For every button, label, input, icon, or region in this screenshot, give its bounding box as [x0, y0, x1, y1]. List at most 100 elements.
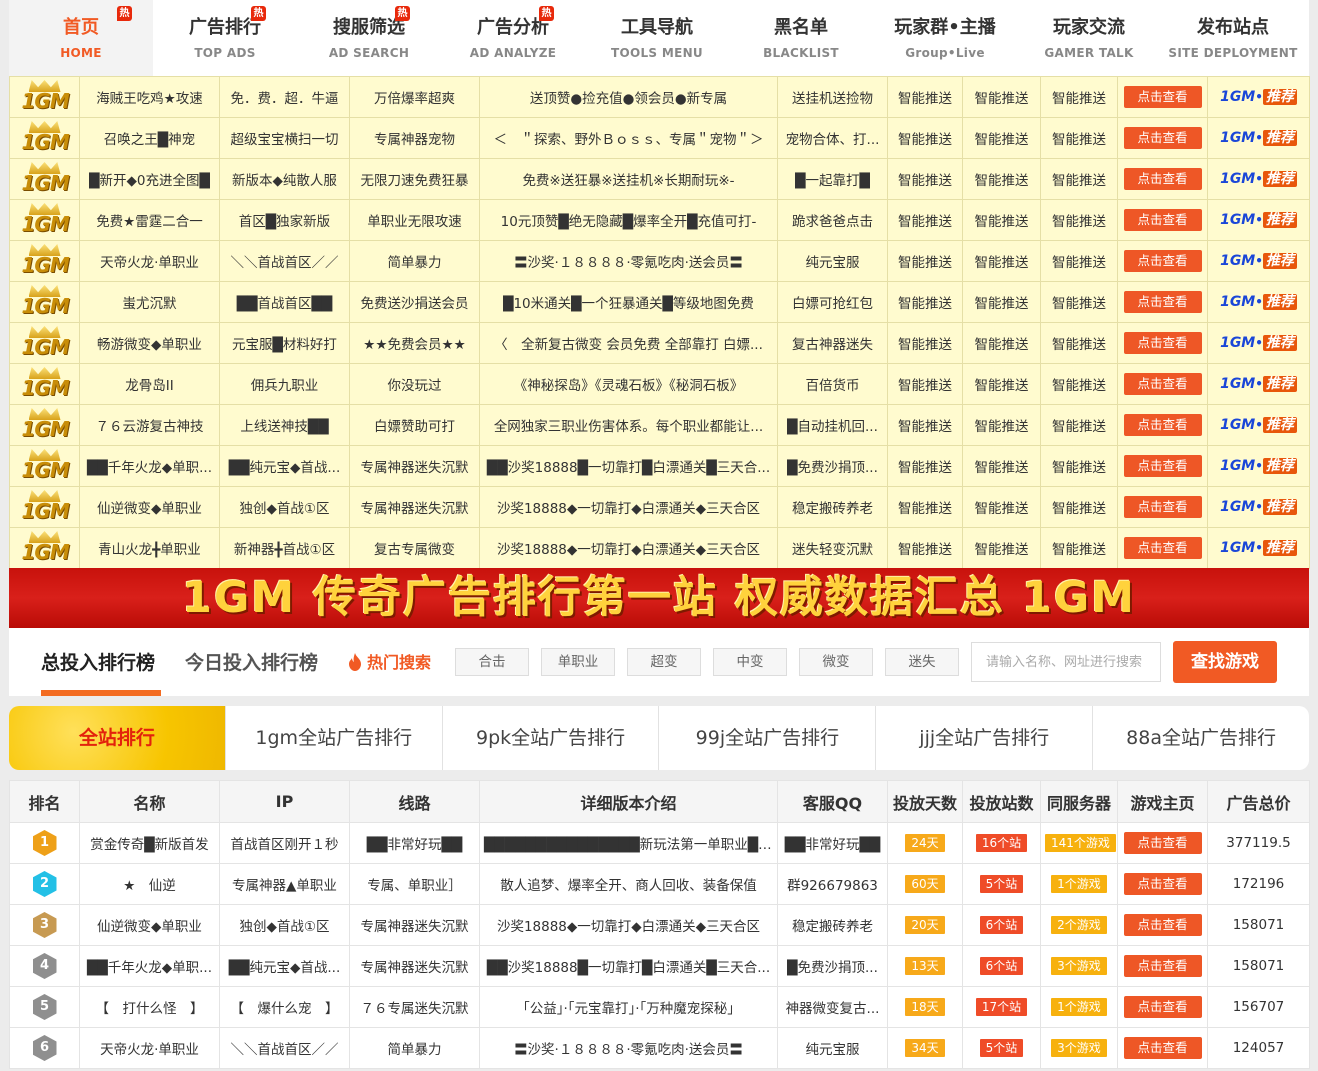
- promo-name[interactable]: 龙骨岛II: [79, 363, 220, 405]
- hot-tag[interactable]: 单职业: [541, 648, 615, 676]
- ranking-source-tab[interactable]: 88a全站广告排行: [1093, 706, 1309, 770]
- ranking-source-tab[interactable]: 全站排行: [9, 706, 226, 770]
- sites-badge[interactable]: 5个站: [979, 875, 1024, 893]
- promo-name[interactable]: ７６云游复古神技: [79, 404, 220, 446]
- promo-banner[interactable]: 1GM 传奇广告排行第一站 权威数据汇总 1GM: [9, 568, 1309, 628]
- view-button[interactable]: 点击查看: [1123, 86, 1202, 108]
- same-server-badge[interactable]: 3个游戏: [1051, 957, 1107, 975]
- 1gm-recommend-badge[interactable]: 1GM• 推荐: [1217, 87, 1300, 107]
- 1gm-recommend-badge[interactable]: 1GM• 推荐: [1217, 292, 1300, 312]
- ranking-source-tab[interactable]: jjj全站广告排行: [876, 706, 1094, 770]
- 1gm-recommend-badge[interactable]: 1GM• 推荐: [1217, 374, 1300, 394]
- view-button[interactable]: 点击查看: [1123, 127, 1202, 149]
- nav-item[interactable]: 发布站点 SITE DEPLOYMENT: [1161, 0, 1305, 84]
- hot-tag[interactable]: 迷失: [885, 648, 959, 676]
- nav-item[interactable]: 玩家交流 GAMER TALK: [1017, 0, 1161, 84]
- view-button[interactable]: 点击查看: [1123, 832, 1202, 854]
- smart-push-cell: 智能推送: [962, 76, 1041, 118]
- nav-item[interactable]: 广告排行 TOP ADS 热: [153, 0, 297, 84]
- sites-badge[interactable]: 17个站: [975, 998, 1028, 1016]
- logo-text: 1GM: [21, 540, 70, 564]
- view-button[interactable]: 点击查看: [1123, 537, 1202, 559]
- promo-name-text: ██千年火龙◆单职...: [86, 460, 213, 476]
- 1gm-recommend-badge[interactable]: 1GM• 推荐: [1217, 456, 1300, 476]
- view-button[interactable]: 点击查看: [1123, 209, 1202, 231]
- intro-text: 散人追梦、爆率全开、商人回收、装备保值: [479, 863, 778, 905]
- search-input[interactable]: [971, 642, 1161, 682]
- sites-badge[interactable]: 5个站: [979, 1039, 1024, 1057]
- 1gm-recommend-badge[interactable]: 1GM• 推荐: [1217, 415, 1300, 435]
- 1gm-recommend-badge[interactable]: 1GM• 推荐: [1217, 210, 1300, 230]
- promo-name[interactable]: 召唤之王█神宠: [79, 117, 220, 159]
- promo-name[interactable]: 青山火龙╋单职业: [79, 527, 220, 569]
- promo-name[interactable]: █新开◆0充进全图█: [79, 158, 220, 200]
- promo-name[interactable]: 天帝火龙·单职业: [79, 240, 220, 282]
- promo-row: 1GM 仙逆微变◆单职业 独创◆首战①区 专属神器迷失沉默 沙奖18888◆一切靠打◆白…: [9, 486, 1310, 528]
- sites-badge[interactable]: 16个站: [975, 834, 1028, 852]
- logo-text: 1GM: [21, 458, 70, 482]
- view-button[interactable]: 点击查看: [1123, 914, 1202, 936]
- same-server-badge[interactable]: 1个游戏: [1051, 998, 1107, 1016]
- view-button[interactable]: 点击查看: [1123, 168, 1202, 190]
- hot-tag[interactable]: 中变: [713, 648, 787, 676]
- same-server-badge[interactable]: 141个游戏: [1045, 834, 1116, 852]
- view-button[interactable]: 点击查看: [1123, 414, 1202, 436]
- game-name[interactable]: 天帝火龙·单职业: [79, 1027, 220, 1069]
- view-button[interactable]: 点击查看: [1123, 291, 1202, 313]
- view-button[interactable]: 点击查看: [1123, 1037, 1202, 1059]
- view-button[interactable]: 点击查看: [1123, 250, 1202, 272]
- view-button[interactable]: 点击查看: [1123, 373, 1202, 395]
- promo-name[interactable]: 畅游微变◆单职业: [79, 322, 220, 364]
- promo-name[interactable]: 蚩尤沉默: [79, 281, 220, 323]
- 1gm-recommend-badge[interactable]: 1GM• 推荐: [1217, 333, 1300, 353]
- hot-search-label: 热门搜索: [347, 652, 431, 674]
- game-name[interactable]: 仙逆微变◆单职业: [79, 904, 220, 946]
- same-server-badge[interactable]: 3个游戏: [1051, 1039, 1107, 1057]
- nav-item[interactable]: 黑名单 BLACKLIST: [729, 0, 873, 84]
- hot-tag[interactable]: 超变: [627, 648, 701, 676]
- tab-total-ranking[interactable]: 总投入排行榜: [41, 651, 155, 675]
- 1gm-logo-icon: 1GM: [21, 449, 70, 483]
- promo-ip: 上线送神技██: [219, 404, 350, 446]
- game-name[interactable]: 赏金传奇█新版首发: [79, 822, 220, 864]
- promo-name[interactable]: 免费★雷霆二合一: [79, 199, 220, 241]
- promo-intro: █10米通关█一个狂暴通关█等级地图免费: [479, 281, 778, 323]
- view-button[interactable]: 点击查看: [1123, 873, 1202, 895]
- view-button[interactable]: 点击查看: [1123, 496, 1202, 518]
- sites-cell: 6个站: [962, 945, 1041, 987]
- nav-item[interactable]: 工具导航 TOOLS MENU: [585, 0, 729, 84]
- sites-badge[interactable]: 6个站: [979, 957, 1024, 975]
- nav-item[interactable]: 玩家群•主播 Group•Live: [873, 0, 1017, 84]
- 1gm-recommend-badge[interactable]: 1GM• 推荐: [1217, 251, 1300, 271]
- view-button[interactable]: 点击查看: [1123, 955, 1202, 977]
- 1gm-recommend-badge[interactable]: 1GM• 推荐: [1217, 169, 1300, 189]
- promo-name[interactable]: 海贼王吃鸡★攻速: [79, 76, 220, 118]
- game-name[interactable]: ★ 仙逆: [79, 863, 220, 905]
- same-server-badge[interactable]: 1个游戏: [1051, 875, 1107, 893]
- ranking-source-tab[interactable]: 1gm全站广告排行: [226, 706, 443, 770]
- hot-tag[interactable]: 合击: [455, 648, 529, 676]
- game-name[interactable]: ██千年火龙◆单职...: [79, 945, 220, 987]
- nav-item[interactable]: 广告分析 AD ANALYZE 热: [441, 0, 585, 84]
- view-button[interactable]: 点击查看: [1123, 332, 1202, 354]
- hot-tag[interactable]: 微变: [799, 648, 873, 676]
- 1gm-recommend-badge[interactable]: 1GM• 推荐: [1217, 497, 1300, 517]
- ranking-source-tab[interactable]: 99j全站广告排行: [659, 706, 877, 770]
- view-button[interactable]: 点击查看: [1123, 996, 1202, 1018]
- sites-badge[interactable]: 6个站: [979, 916, 1024, 934]
- view-button[interactable]: 点击查看: [1123, 455, 1202, 477]
- game-name[interactable]: 【 打什么怪 】: [79, 986, 220, 1028]
- same-server-badge[interactable]: 2个游戏: [1051, 916, 1107, 934]
- 1gm-recommend-badge[interactable]: 1GM• 推荐: [1217, 538, 1300, 558]
- tab-today-ranking[interactable]: 今日投入排行榜: [185, 651, 318, 675]
- 1gm-recommend-badge[interactable]: 1GM• 推荐: [1217, 128, 1300, 148]
- nav-item[interactable]: 首页 HOME 热: [9, 0, 153, 84]
- promo-row: 1GM 蚩尤沉默 ██首战首区██ 免费送沙捐送会员 █10米通关█一个狂暴通关█等级地…: [9, 281, 1310, 323]
- find-game-button[interactable]: 查找游戏: [1173, 641, 1277, 683]
- days-cell: 20天: [887, 904, 963, 946]
- promo-name[interactable]: ██千年火龙◆单职...: [79, 445, 220, 487]
- ranking-source-tab[interactable]: 9pk全站广告排行: [443, 706, 660, 770]
- nav-item[interactable]: 搜服筛选 AD SEARCH 热: [297, 0, 441, 84]
- promo-name[interactable]: 仙逆微变◆单职业: [79, 486, 220, 528]
- promo-line-text: 单职业无限攻速: [367, 214, 462, 230]
